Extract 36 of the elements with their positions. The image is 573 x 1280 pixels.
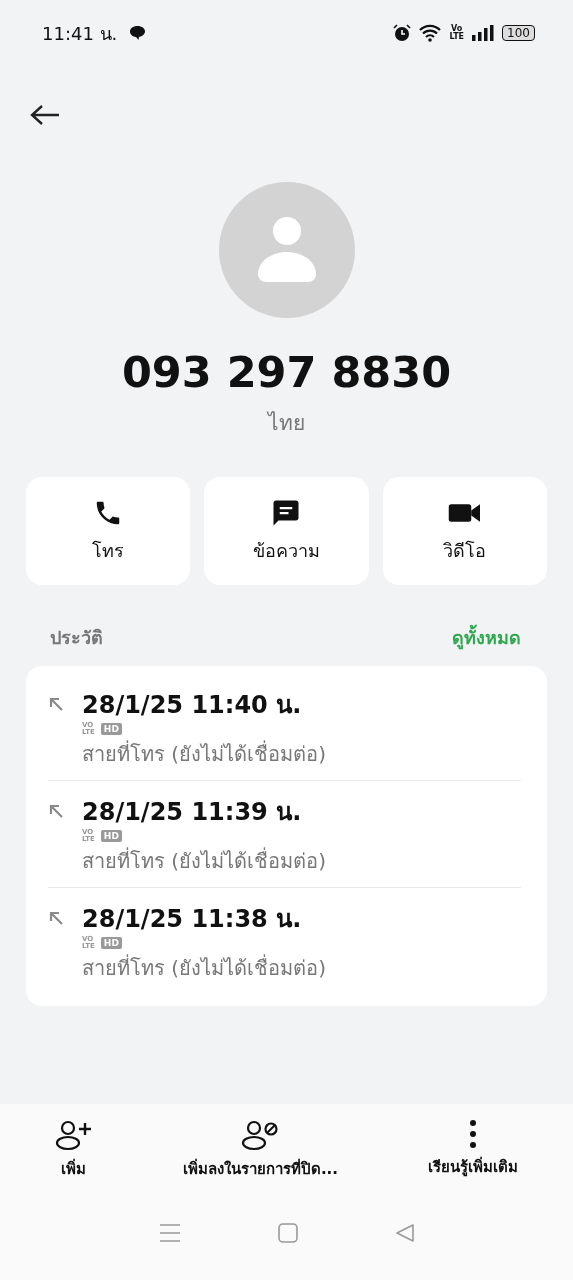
block-person-icon	[241, 1119, 280, 1151]
action-button[interactable]: ข้อความ	[204, 477, 369, 585]
outgoing-call-icon	[48, 696, 64, 712]
hd-badge: HD	[100, 937, 122, 949]
wifi-icon	[419, 24, 442, 42]
action-button[interactable]: โทร	[26, 477, 191, 585]
call-time: 28/1/25 11:39 น.	[82, 797, 303, 827]
outgoing-call-icon	[48, 803, 64, 819]
call-time: 28/1/25 11:38 น.	[82, 904, 303, 934]
hd-badge: HD	[100, 723, 122, 735]
action-button[interactable]: วิดีโอ	[382, 477, 547, 585]
back-icon[interactable]	[394, 1223, 415, 1243]
outgoing-call-icon	[48, 910, 64, 926]
call-time: 28/1/25 11:40 น.	[82, 690, 303, 720]
call-status: สายที่โทร (ยังไม่ได้เชื่อมต่อ)	[82, 846, 326, 875]
battery-indicator: 100	[502, 25, 535, 41]
menu-icon[interactable]	[158, 1223, 181, 1243]
add-person-icon	[54, 1119, 93, 1151]
home-icon[interactable]	[277, 1223, 298, 1243]
phone-number: 093 297 8830	[121, 346, 452, 399]
bottom-action[interactable]: เพิ่มลงในรายการที่ปิด...	[176, 1118, 345, 1204]
signal-icon	[472, 25, 495, 41]
bottom-action[interactable]: เพิ่ม	[48, 1118, 99, 1204]
bottom-action[interactable]: เรียนรู้เพิ่มเติม	[422, 1118, 524, 1204]
section-title: ประวัติ	[50, 626, 103, 650]
more-options-icon	[469, 1119, 477, 1149]
call-status: สายที่โทร (ยังไม่ได้เชื่อมต่อ)	[82, 953, 326, 982]
back-arrow-icon[interactable]	[30, 104, 60, 126]
volte-indicator: Vo LTE	[449, 25, 465, 41]
hd-badge: HD	[100, 830, 122, 842]
call-status: สายที่โทร (ยังไม่ได้เชื่อมต่อ)	[82, 739, 326, 768]
avatar-icon	[218, 182, 355, 318]
region-label: ไทย	[268, 410, 305, 437]
alarm-icon	[393, 24, 412, 42]
chat-bubble-icon	[129, 25, 147, 41]
status-time: 11:41 น.	[42, 21, 118, 46]
